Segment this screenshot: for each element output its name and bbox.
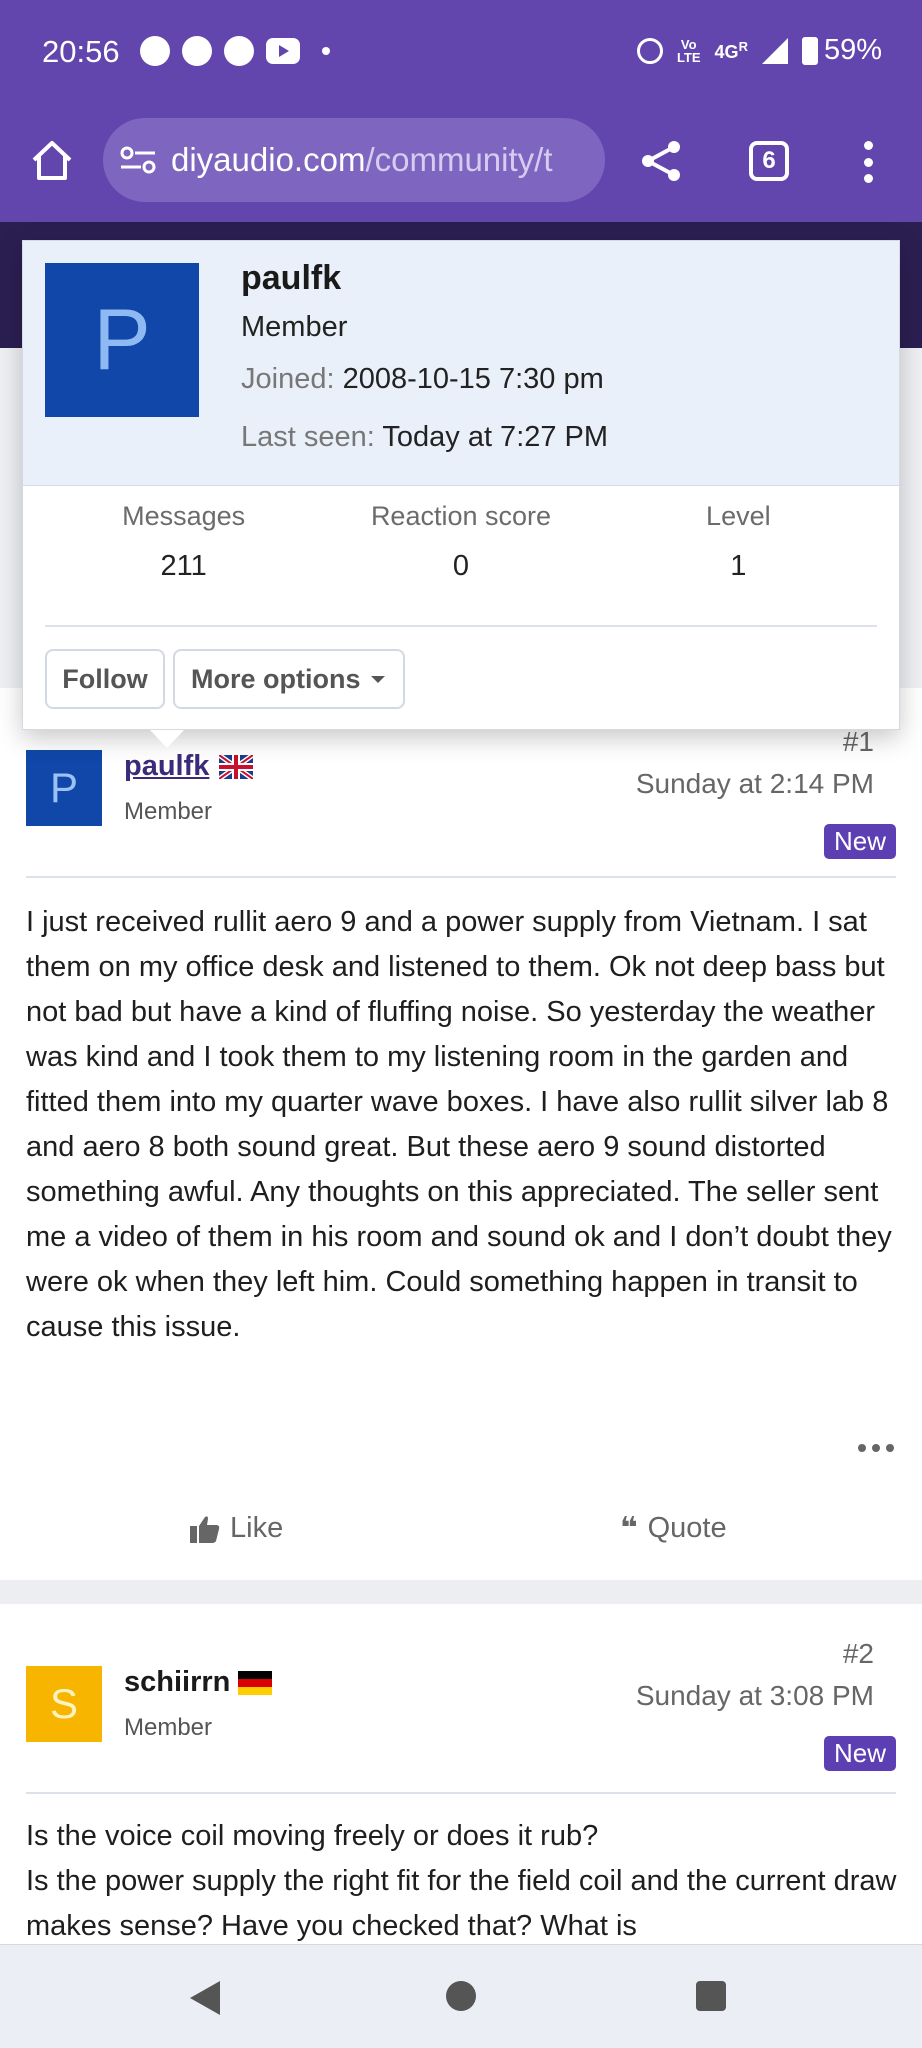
more-notifications-dot bbox=[322, 47, 330, 55]
battery: 59% bbox=[801, 34, 882, 67]
more-options-button[interactable]: More options bbox=[173, 649, 405, 709]
overflow-menu-icon[interactable] bbox=[864, 141, 874, 183]
last-seen-label: Last seen: bbox=[241, 421, 375, 453]
volte-bottom-text: LTE bbox=[676, 49, 701, 65]
tab-switcher-button[interactable]: 6 bbox=[749, 141, 789, 181]
signal-icon bbox=[761, 37, 788, 64]
last-seen-value: Today at 7:27 PM bbox=[382, 421, 609, 453]
roaming-indicator: R bbox=[738, 38, 748, 54]
post-number[interactable]: #2 bbox=[843, 1638, 874, 1670]
member-tooltip-card: P paulfk Member Joined: 2008-10-15 7:30 … bbox=[22, 240, 900, 730]
network-type: 4GR bbox=[715, 39, 748, 63]
stat-value: 0 bbox=[452, 550, 470, 582]
url-domain: diyaudio.com bbox=[171, 141, 366, 178]
post: P paulfk Member #1 Sunday at 2:14 PM New… bbox=[0, 690, 922, 1580]
stat-value: 1 bbox=[730, 550, 747, 582]
joined-value: 2008-10-15 7:30 pm bbox=[342, 363, 604, 395]
thumbs-up-icon bbox=[190, 1515, 220, 1543]
avatar[interactable]: S bbox=[26, 1666, 102, 1742]
volte-icon: Vo LTE bbox=[677, 38, 701, 64]
member-stats: Messages 211 Reaction score 0 Level 1 bbox=[45, 501, 877, 585]
caret-down-icon bbox=[370, 675, 385, 683]
stat-label: Messages bbox=[122, 501, 246, 531]
new-badge: New bbox=[823, 1736, 896, 1771]
post-separator bbox=[0, 1580, 922, 1604]
stat-reaction-score[interactable]: Reaction score 0 bbox=[322, 501, 599, 585]
home-icon[interactable] bbox=[30, 138, 74, 182]
divider bbox=[45, 625, 877, 627]
author-name[interactable]: paulfk bbox=[124, 750, 209, 783]
member-role: Member bbox=[241, 311, 348, 343]
stat-level: Level 1 bbox=[600, 501, 877, 585]
battery-icon bbox=[801, 36, 818, 65]
status-time: 20:56 bbox=[42, 34, 120, 69]
battery-percent: 59% bbox=[823, 34, 882, 66]
divider bbox=[26, 1792, 896, 1794]
avatar[interactable]: P bbox=[26, 750, 102, 826]
chat-icon bbox=[182, 36, 212, 66]
system-navigation-bar bbox=[0, 1944, 922, 2048]
post-body: Is the voice coil moving freely or does … bbox=[26, 1814, 898, 1949]
url-text: diyaudio.com/community/t bbox=[171, 141, 553, 179]
status-bar: 20:56 Vo LTE 4GR 59% bbox=[0, 0, 922, 108]
member-joined: Joined: 2008-10-15 7:30 pm bbox=[241, 363, 604, 396]
divider bbox=[26, 876, 896, 878]
post: S schiirrn Member #2 Sunday at 3:08 PM N… bbox=[0, 1604, 922, 1944]
author-name[interactable]: schiirrn bbox=[124, 1666, 230, 1699]
browser-toolbar: diyaudio.com/community/t 6 bbox=[0, 108, 922, 222]
alarm-icon bbox=[636, 37, 663, 64]
author-role: Member bbox=[124, 1714, 213, 1741]
post-more-icon[interactable] bbox=[858, 1444, 894, 1452]
tooltip-pointer bbox=[150, 730, 184, 748]
stat-value: 211 bbox=[160, 550, 207, 582]
system-icons: Vo LTE 4GR 59% bbox=[636, 34, 882, 67]
volte-top-text: Vo bbox=[680, 36, 697, 52]
member-card-header: P paulfk Member Joined: 2008-10-15 7:30 … bbox=[23, 241, 899, 486]
back-icon[interactable] bbox=[190, 1981, 220, 2015]
post-author[interactable]: schiirrn bbox=[124, 1666, 273, 1699]
avatar[interactable]: P bbox=[45, 263, 199, 417]
recents-icon[interactable] bbox=[696, 1981, 726, 2011]
quote-label: Quote bbox=[647, 1512, 727, 1544]
url-path: /community/t bbox=[365, 141, 553, 178]
youtube-icon bbox=[266, 38, 300, 64]
like-label: Like bbox=[230, 1512, 284, 1544]
post-author[interactable]: paulfk bbox=[124, 750, 254, 783]
post-number[interactable]: #1 bbox=[843, 726, 874, 758]
post-date[interactable]: Sunday at 3:08 PM bbox=[636, 1680, 874, 1712]
site-settings-icon[interactable] bbox=[119, 145, 157, 175]
author-role: Member bbox=[124, 798, 213, 825]
chat-icon bbox=[140, 36, 170, 66]
stat-label: Reaction score bbox=[370, 501, 552, 531]
stat-label: Level bbox=[706, 501, 771, 531]
de-flag-icon bbox=[238, 1670, 273, 1695]
follow-button[interactable]: Follow bbox=[45, 649, 165, 709]
member-last-seen: Last seen: Today at 7:27 PM bbox=[241, 421, 608, 454]
network-type-text: 4G bbox=[714, 41, 739, 62]
address-bar[interactable]: diyaudio.com/community/t bbox=[103, 118, 605, 202]
post-date[interactable]: Sunday at 2:14 PM bbox=[636, 768, 874, 800]
quote-button[interactable]: ❝ Quote bbox=[620, 1512, 727, 1545]
notification-icons bbox=[140, 36, 330, 66]
stat-messages[interactable]: Messages 211 bbox=[45, 501, 322, 585]
member-name[interactable]: paulfk bbox=[241, 259, 341, 298]
post-body-line: Is the voice coil moving freely or does … bbox=[26, 1820, 599, 1852]
more-options-label: More options bbox=[191, 663, 361, 694]
uk-flag-icon bbox=[219, 754, 254, 779]
joined-label: Joined: bbox=[241, 363, 335, 395]
share-icon[interactable] bbox=[638, 138, 684, 184]
home-circle-icon[interactable] bbox=[446, 1981, 476, 2011]
quote-icon: ❝ bbox=[620, 1511, 638, 1545]
post-body-line: Is the power supply the right fit for th… bbox=[26, 1865, 897, 1942]
new-badge: New bbox=[823, 824, 896, 859]
post-body: I just received rullit aero 9 and a powe… bbox=[26, 906, 892, 1343]
like-button[interactable]: Like bbox=[190, 1512, 283, 1545]
chat-icon bbox=[224, 36, 254, 66]
